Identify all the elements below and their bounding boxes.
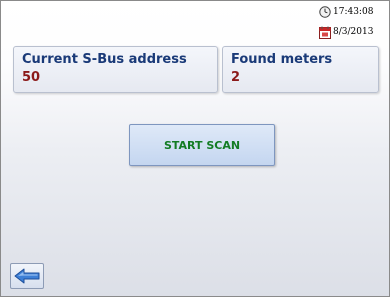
start-scan-button[interactable]: START SCAN bbox=[129, 124, 275, 166]
date-text: 8/3/2013 bbox=[333, 27, 374, 37]
back-arrow-icon bbox=[14, 268, 40, 284]
current-address-value: 50 bbox=[22, 70, 41, 85]
date-status: 8/3/2013 bbox=[319, 25, 373, 39]
back-button[interactable] bbox=[10, 263, 44, 289]
found-meters-card: Found meters 2 bbox=[222, 46, 379, 93]
clock-status: 17:43:08 bbox=[319, 5, 373, 19]
time-text: 17:43:08 bbox=[333, 7, 374, 17]
current-address-title: Current S-Bus address bbox=[22, 52, 187, 67]
start-scan-label: START SCAN bbox=[163, 138, 241, 152]
scan-meters-screen: 17:43:08 8/3/2013 Current S-Bus address … bbox=[0, 0, 390, 297]
found-meters-value: 2 bbox=[231, 70, 241, 85]
current-address-card: Current S-Bus address 50 bbox=[13, 46, 218, 93]
clock-icon bbox=[319, 6, 331, 18]
calendar-icon bbox=[319, 26, 331, 39]
found-meters-title: Found meters bbox=[231, 52, 333, 67]
